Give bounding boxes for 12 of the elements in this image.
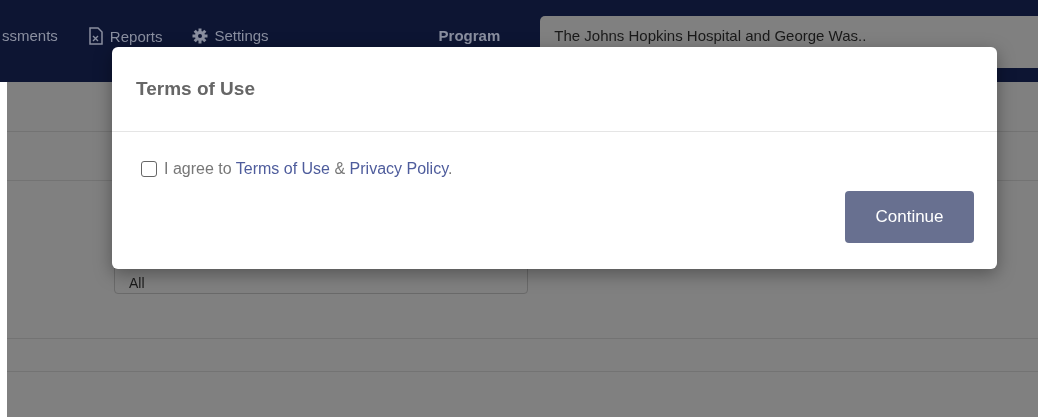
nav-link[interactable]: ssments	[2, 27, 58, 44]
program-label: Program	[438, 26, 501, 44]
agreement-text: I agree to Terms of Use & Privacy Policy.	[164, 160, 453, 178]
settings-icon	[192, 27, 209, 44]
nav-link[interactable]: Settings	[214, 27, 269, 44]
text-link[interactable]: Privacy Policy	[349, 160, 448, 177]
modal-title: Terms of Use	[136, 78, 255, 99]
text-link[interactable]: Terms of Use	[235, 160, 330, 177]
document-icon	[87, 27, 104, 45]
continue-button[interactable]: Continue	[845, 191, 974, 243]
checkbox[interactable]	[141, 161, 157, 177]
nav-link[interactable]: Reports	[109, 27, 163, 45]
